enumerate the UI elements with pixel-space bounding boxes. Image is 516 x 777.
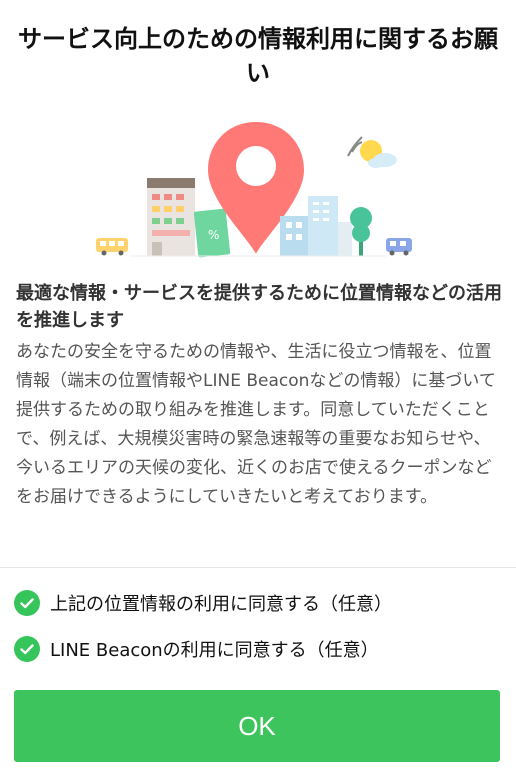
svg-text:%: % bbox=[208, 228, 219, 242]
coupon-icon: % bbox=[193, 208, 231, 258]
consent-location-label: 上記の位置情報の利用に同意する（任意） bbox=[50, 594, 392, 615]
content-headline: 最適な情報・サービスを提供するために位置情報などの活用を推進します bbox=[16, 283, 502, 331]
building-icon-left bbox=[147, 178, 195, 256]
consent-beacon-label: LINE Beaconの利用に同意する（任意） bbox=[50, 640, 379, 661]
bus-icon-left bbox=[96, 238, 128, 256]
tree-icon bbox=[350, 207, 372, 256]
ok-button[interactable]: OK bbox=[14, 690, 500, 762]
page-title: サービス向上のための情報利用に関するお願い bbox=[18, 25, 498, 87]
content-body: あなたの安全を守るための情報や、生活に役立つ情報を、位置情報（端末の位置情報やL… bbox=[16, 342, 496, 507]
consent-location-checkbox[interactable]: 上記の位置情報の利用に同意する（任意） bbox=[14, 588, 392, 618]
bus-icon-right bbox=[386, 238, 412, 256]
checkmark-icon bbox=[14, 590, 40, 616]
consent-beacon-checkbox[interactable]: LINE Beaconの利用に同意する（任意） bbox=[14, 634, 379, 664]
location-illustration: % bbox=[96, 122, 412, 258]
weather-icon bbox=[347, 136, 397, 168]
divider bbox=[0, 567, 516, 568]
checkmark-icon bbox=[14, 636, 40, 662]
